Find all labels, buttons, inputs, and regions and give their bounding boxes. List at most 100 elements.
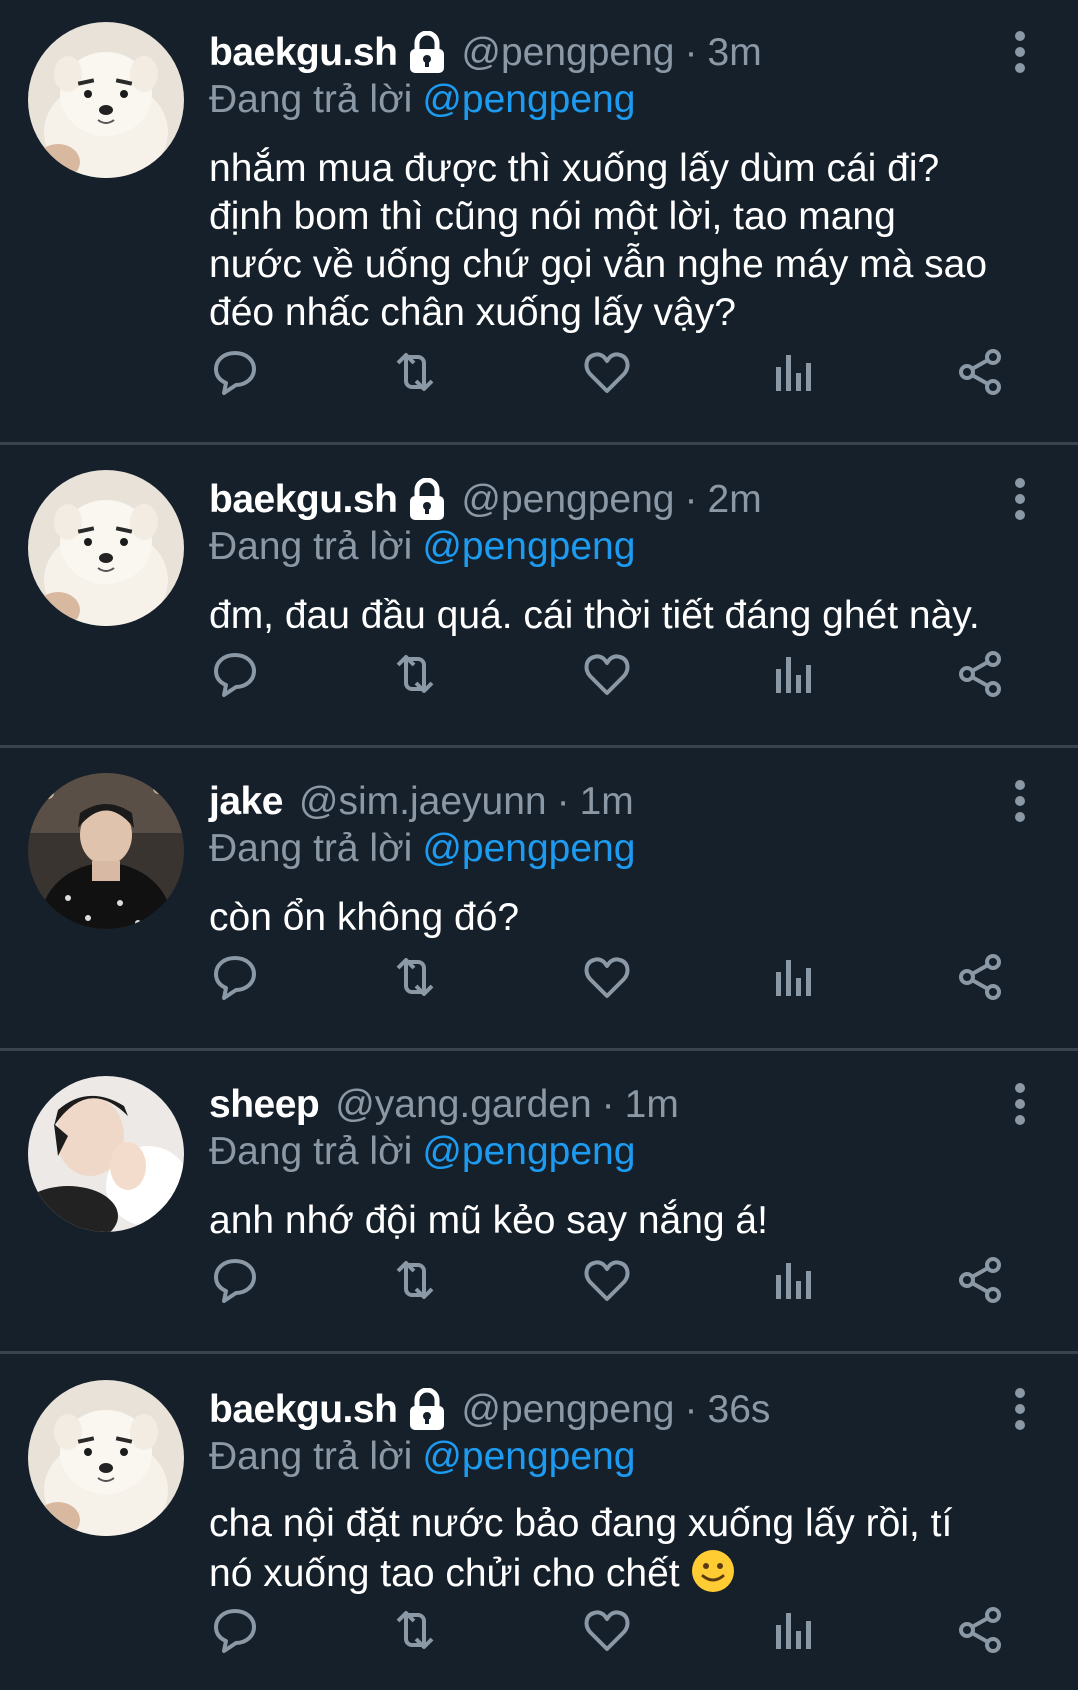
tweet-text-line: nhắm mua được thì xuống lấy dùm cái đi? [209,145,1049,193]
mention-link[interactable]: @pengpeng [422,1435,635,1478]
tweet-actions [0,1605,1078,1665]
share-icon[interactable] [955,347,1005,397]
replying-to-label: Đang trả lời [209,827,413,870]
display-name[interactable]: baekgu.sh [209,478,398,522]
reply-icon[interactable] [210,952,260,1002]
retweet-icon[interactable] [390,952,440,1002]
display-name[interactable]: sheep [209,1083,320,1127]
tweet-actions [0,649,1078,709]
tweet-header: baekgu.sh @pengpeng · 2m [209,475,762,525]
tweet-text-segment: anh nhớ đội mũ kẻo say nắng á! [209,1199,768,1242]
avatar[interactable] [28,22,184,178]
user-handle[interactable]: @pengpeng [461,31,674,75]
tweet-text: đm, đau đầu quá. cái thời tiết đáng ghét… [209,592,1049,640]
tweet-text-line: cha nội đặt nước bảo đang xuống lấy rồi,… [209,1500,1049,1548]
share-icon[interactable] [955,1255,1005,1305]
heart-icon[interactable] [582,952,632,1002]
replying-to-label: Đang trả lời [209,78,413,121]
tweet-text-segment: định bom thì cũng nói một lời, tao mang [209,195,896,238]
lock-icon [407,30,447,75]
timestamp[interactable]: 36s [708,1388,771,1432]
retweet-icon[interactable] [390,347,440,397]
replying-to-label: Đang trả lời [209,1435,413,1478]
separator-dot: · [601,1083,615,1126]
share-icon[interactable] [955,1605,1005,1655]
share-icon[interactable] [955,952,1005,1002]
views-icon[interactable] [770,952,820,1002]
more-vertical-icon[interactable] [1012,30,1028,74]
tweet-actions [0,1255,1078,1315]
reply-icon[interactable] [210,1605,260,1655]
replying-to: Đang trả lời @pengpeng [209,78,635,122]
separator-dot: · [684,478,698,521]
tweet-header: jake @sim.jaeyunn · 1m [209,777,634,827]
tweet-text-segment: nhắm mua được thì xuống lấy dùm cái đi? [209,147,940,190]
tweet-text-segment: đéo nhấc chân xuống lấy vậy? [209,291,736,334]
reply-icon[interactable] [210,1255,260,1305]
tweet-header: baekgu.sh @pengpeng · 36s [209,1385,770,1435]
replying-to: Đang trả lời @pengpeng [209,827,635,871]
mention-link[interactable]: @pengpeng [422,525,635,568]
user-handle[interactable]: @pengpeng [461,478,674,522]
tweet-text-segment: nước về uống chứ gọi vẫn nghe máy mà sao [209,243,988,286]
reply-icon[interactable] [210,649,260,699]
tweet-text: nhắm mua được thì xuống lấy dùm cái đi? đ… [209,145,1049,337]
tweet-text: anh nhớ đội mũ kẻo say nắng á! [209,1197,1049,1245]
tweet-divider [0,745,1078,748]
reply-feed: baekgu.sh @pengpeng · 3m Đang trả lời @peng… [0,0,1078,1690]
replying-to-label: Đang trả lời [209,525,413,568]
separator-dot: · [556,780,570,823]
tweet-divider [0,1048,1078,1051]
views-icon[interactable] [770,1605,820,1655]
mention-link[interactable]: @pengpeng [422,78,635,121]
timestamp[interactable]: 3m [708,31,762,75]
tweet-text-segment: đm, đau đầu quá. cái thời tiết đáng ghét… [209,594,980,637]
retweet-icon[interactable] [390,1255,440,1305]
timestamp[interactable]: 1m [625,1083,679,1127]
tweet-text: còn ổn không đó? [209,894,1049,942]
tweet-text-line: nước về uống chứ gọi vẫn nghe máy mà sao [209,241,1049,289]
share-icon[interactable] [955,649,1005,699]
more-vertical-icon[interactable] [1012,779,1028,823]
more-vertical-icon[interactable] [1012,477,1028,521]
user-handle[interactable]: @sim.jaeyunn [299,780,547,824]
retweet-icon[interactable] [390,1605,440,1655]
avatar[interactable] [28,470,184,626]
tweet-text-segment: còn ổn không đó? [209,896,520,939]
views-icon[interactable] [770,649,820,699]
user-handle[interactable]: @yang.garden [335,1083,591,1127]
heart-icon[interactable] [582,347,632,397]
reply-icon[interactable] [210,347,260,397]
tweet-text: cha nội đặt nước bảo đang xuống lấy rồi,… [209,1500,1049,1598]
views-icon[interactable] [770,1255,820,1305]
heart-icon[interactable] [582,1605,632,1655]
retweet-icon[interactable] [390,649,440,699]
user-handle[interactable]: @pengpeng [461,1388,674,1432]
display-name[interactable]: baekgu.sh [209,31,398,75]
more-vertical-icon[interactable] [1012,1387,1028,1431]
tweet-text-segment: nó xuống tao chửi cho chết [209,1552,680,1595]
tweet-text-line: anh nhớ đội mũ kẻo say nắng á! [209,1197,1049,1245]
heart-icon[interactable] [582,649,632,699]
slightly-smiling-face-icon [690,1548,736,1594]
replying-to-label: Đang trả lời [209,1130,413,1173]
heart-icon[interactable] [582,1255,632,1305]
avatar[interactable] [28,773,184,929]
tweet-text-line: nó xuống tao chửi cho chết [209,1548,1049,1598]
avatar[interactable] [28,1076,184,1232]
mention-link[interactable]: @pengpeng [422,1130,635,1173]
display-name[interactable]: jake [209,780,283,824]
views-icon[interactable] [770,347,820,397]
avatar[interactable] [28,1380,184,1536]
tweet-text-line: đéo nhấc chân xuống lấy vậy? [209,289,1049,337]
tweet-actions [0,347,1078,407]
replying-to: Đang trả lời @pengpeng [209,1435,635,1479]
timestamp[interactable]: 1m [580,780,634,824]
timestamp[interactable]: 2m [708,478,762,522]
tweet-header: sheep @yang.garden · 1m [209,1080,679,1130]
replying-to: Đang trả lời @pengpeng [209,1130,635,1174]
mention-link[interactable]: @pengpeng [422,827,635,870]
display-name[interactable]: baekgu.sh [209,1388,398,1432]
tweet-header: baekgu.sh @pengpeng · 3m [209,28,762,78]
more-vertical-icon[interactable] [1012,1082,1028,1126]
